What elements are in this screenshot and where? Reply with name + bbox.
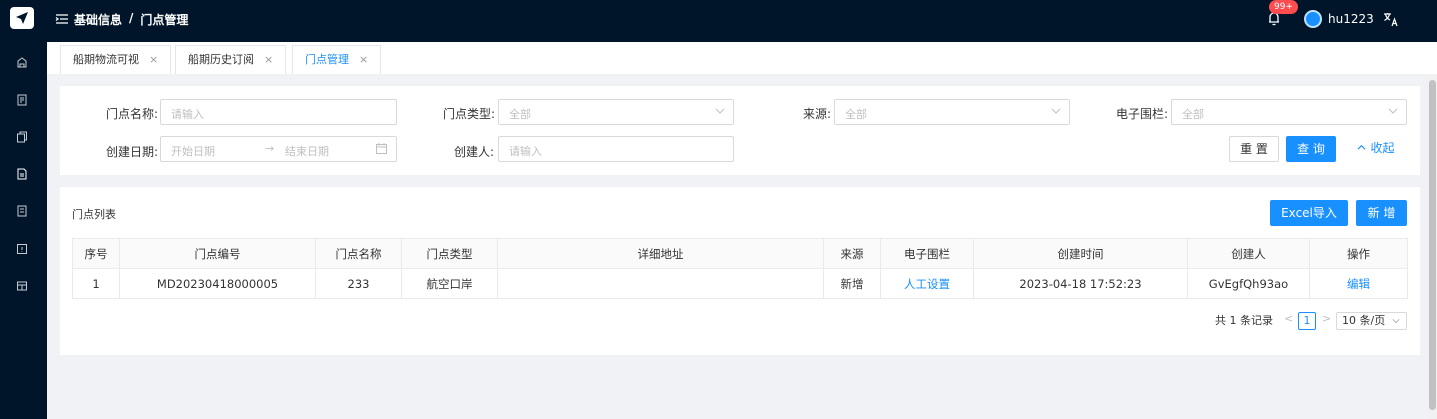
creator-placeholder: 请输入 bbox=[509, 145, 542, 158]
fence-value: 全部 bbox=[1182, 108, 1204, 121]
chevron-up-icon bbox=[1358, 144, 1366, 150]
date-range-picker[interactable]: 开始日期 → 结束日期 bbox=[160, 136, 397, 162]
door-type-cell: 航空口岸 bbox=[401, 268, 498, 299]
add-button[interactable]: 新 增 bbox=[1356, 200, 1407, 226]
table-icon[interactable] bbox=[16, 280, 28, 292]
column-header: 操作 bbox=[1309, 238, 1408, 269]
building-icon[interactable] bbox=[16, 56, 28, 68]
door-name-cell: 233 bbox=[315, 268, 402, 299]
top-bar: 基础信息 / 门点管理 99+ hu1223 bbox=[47, 0, 1437, 42]
door-type-select[interactable]: 全部 bbox=[498, 99, 734, 125]
logo-icon[interactable] bbox=[10, 7, 34, 29]
close-icon[interactable]: × bbox=[149, 53, 158, 66]
notification-badge: 99+ bbox=[1269, 0, 1298, 14]
created-date-label: 创建日期: bbox=[106, 145, 159, 159]
file-list-icon[interactable] bbox=[16, 205, 28, 217]
table-header-row: 序号 门点编号 门点名称 门点类型 详细地址 来源 电子围栏 创建时间 创建人 … bbox=[72, 238, 1408, 269]
calendar-icon bbox=[376, 143, 387, 154]
door-name-placeholder: 请输入 bbox=[171, 108, 204, 121]
reset-button[interactable]: 重 置 bbox=[1229, 136, 1279, 162]
table-row: 1 MD20230418000005 233 航空口岸 新增 人工设置 2023… bbox=[72, 268, 1408, 299]
door-table: 序号 门点编号 门点名称 门点类型 详细地址 来源 电子围栏 创建时间 创建人 … bbox=[72, 238, 1408, 299]
chevron-down-icon bbox=[1388, 108, 1398, 114]
tab-vessel-logistics[interactable]: 船期物流可视 × bbox=[60, 45, 172, 74]
total-count: 共 1 条记录 bbox=[1215, 314, 1273, 327]
collapse-label: 收起 bbox=[1370, 141, 1395, 155]
page-size-value: 10 条/页 bbox=[1342, 314, 1386, 327]
fence-label: 电子围栏: bbox=[1116, 107, 1169, 121]
filter-panel: 门点名称: 请输入 门点类型: 全部 来源: 全部 电子围栏: 全部 创建日期:… bbox=[60, 86, 1420, 175]
column-header: 电子围栏 bbox=[880, 238, 974, 269]
column-header: 门点类型 bbox=[401, 238, 498, 269]
column-header: 门点名称 bbox=[315, 238, 402, 269]
door-type-label: 门点类型: bbox=[443, 107, 496, 121]
list-title: 门点列表 bbox=[72, 208, 116, 221]
tab-bar: 船期物流可视 × 船期历史订阅 × 门点管理 × bbox=[47, 42, 1437, 74]
door-name-input[interactable]: 请输入 bbox=[160, 99, 397, 125]
source-label: 来源: bbox=[803, 107, 832, 121]
door-name-label: 门点名称: bbox=[106, 107, 159, 121]
breadcrumb: 基础信息 / 门点管理 bbox=[74, 11, 188, 28]
page-number[interactable]: 1 bbox=[1298, 312, 1316, 330]
sidebar bbox=[0, 0, 47, 419]
source-value: 全部 bbox=[845, 108, 867, 121]
tab-label: 门点管理 bbox=[305, 53, 349, 66]
creator-input[interactable]: 请输入 bbox=[498, 136, 734, 162]
tab-label: 船期物流可视 bbox=[73, 53, 139, 66]
column-header: 门点编号 bbox=[119, 238, 316, 269]
column-header: 创建人 bbox=[1187, 238, 1310, 269]
message-icon[interactable] bbox=[16, 243, 28, 255]
column-header: 创建时间 bbox=[973, 238, 1188, 269]
column-header: 详细地址 bbox=[497, 238, 824, 269]
chevron-down-icon bbox=[1051, 108, 1061, 114]
document-icon[interactable] bbox=[16, 94, 28, 106]
start-date-placeholder[interactable]: 开始日期 bbox=[171, 143, 215, 159]
fence-select[interactable]: 全部 bbox=[1171, 99, 1407, 125]
prev-page-button[interactable]: < bbox=[1284, 312, 1293, 325]
chevron-down-icon bbox=[715, 108, 725, 114]
translate-icon[interactable] bbox=[1383, 11, 1399, 27]
column-header: 来源 bbox=[823, 238, 881, 269]
created-time-cell: 2023-04-18 17:52:23 bbox=[973, 268, 1188, 299]
copy-icon[interactable] bbox=[16, 131, 28, 143]
scrollbar-thumb[interactable] bbox=[1429, 80, 1436, 410]
creator-cell: GvEgfQh93ao bbox=[1187, 268, 1310, 299]
creator-label: 创建人: bbox=[454, 145, 495, 159]
tab-vessel-history[interactable]: 船期历史订阅 × bbox=[175, 45, 287, 74]
tab-door-management[interactable]: 门点管理 × bbox=[292, 45, 382, 74]
breadcrumb-item[interactable]: 基础信息 bbox=[74, 11, 122, 28]
collapse-button[interactable]: 收起 bbox=[1346, 136, 1406, 162]
end-date-placeholder[interactable]: 结束日期 bbox=[285, 143, 329, 159]
close-icon[interactable]: × bbox=[264, 53, 273, 66]
door-type-value: 全部 bbox=[509, 108, 531, 121]
source-select[interactable]: 全部 bbox=[834, 99, 1070, 125]
file-text-icon[interactable] bbox=[16, 168, 28, 180]
column-header: 序号 bbox=[72, 238, 120, 269]
address-cell bbox=[497, 268, 824, 299]
close-icon[interactable]: × bbox=[359, 53, 368, 66]
breadcrumb-separator: / bbox=[129, 11, 134, 25]
tab-label: 船期历史订阅 bbox=[188, 53, 254, 66]
page-size-select[interactable]: 10 条/页 bbox=[1336, 312, 1407, 330]
door-code-cell: MD20230418000005 bbox=[119, 268, 316, 299]
chevron-down-icon bbox=[1392, 319, 1400, 324]
breadcrumb-item: 门点管理 bbox=[140, 13, 189, 27]
username[interactable]: hu1223 bbox=[1328, 12, 1374, 26]
door-list-panel: 门点列表 Excel导入 新 增 序号 门点编号 门点名称 门点类型 详细地址 … bbox=[60, 187, 1420, 355]
excel-import-button[interactable]: Excel导入 bbox=[1270, 200, 1348, 226]
fence-setting-link[interactable]: 人工设置 bbox=[880, 268, 974, 299]
source-cell: 新增 bbox=[823, 268, 881, 299]
menu-fold-icon[interactable] bbox=[55, 12, 69, 26]
edit-link[interactable]: 编辑 bbox=[1309, 268, 1408, 299]
avatar[interactable] bbox=[1304, 10, 1322, 28]
date-range-arrow: → bbox=[265, 142, 275, 155]
next-page-button[interactable]: > bbox=[1322, 312, 1331, 325]
row-index: 1 bbox=[72, 268, 120, 299]
query-button[interactable]: 查 询 bbox=[1286, 136, 1336, 162]
